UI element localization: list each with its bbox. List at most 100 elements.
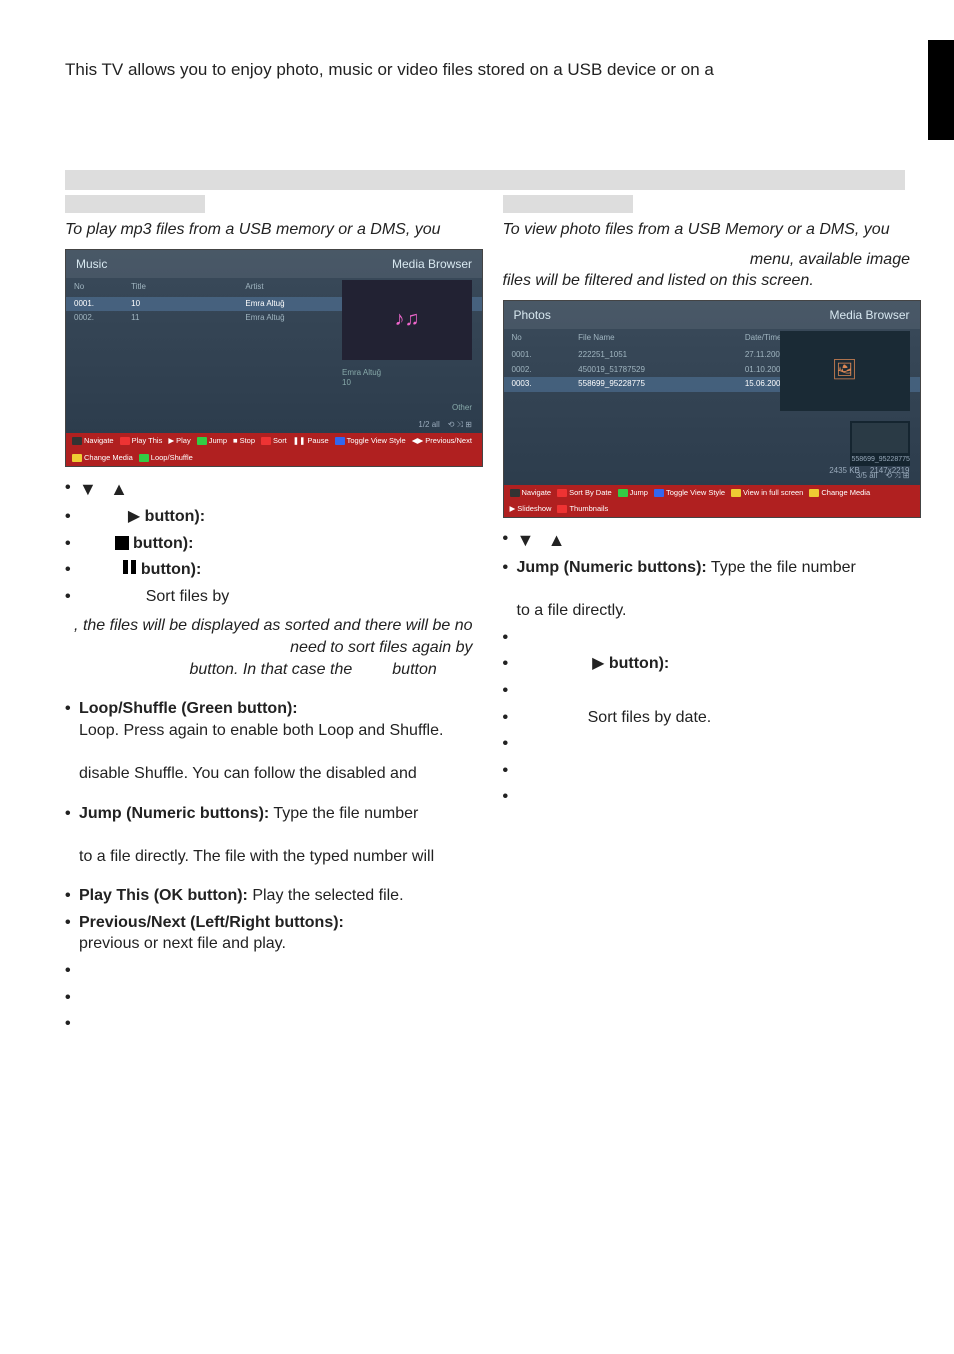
music-info: Emra Altuğ 10 Other xyxy=(342,368,472,414)
bullet-stop: button): xyxy=(65,533,473,555)
right-column: To view photo files from a USB Memory or… xyxy=(488,195,926,1041)
bullet-empty xyxy=(65,987,473,1009)
stop-icon xyxy=(115,536,129,550)
music-browser-screenshot: Music Media Browser No Title Artist Albu… xyxy=(65,249,483,467)
hint: Toggle View Style xyxy=(666,488,725,498)
hint: Play This xyxy=(132,436,163,446)
right-caption: To view photo files from a USB Memory or… xyxy=(503,219,911,241)
button-label: button): xyxy=(141,561,201,578)
hint: Toggle View Style xyxy=(347,436,406,446)
cell: 450019_51787529 xyxy=(578,365,745,376)
play-icon: ▶ xyxy=(128,506,140,528)
cell: 0003. xyxy=(512,379,579,390)
hint: Loop/Shuffle xyxy=(151,453,193,463)
progress-text: 1/2 all xyxy=(418,420,439,431)
sort-note-para: , the files will be displayed as sorted … xyxy=(65,615,473,680)
info-other: Other xyxy=(342,403,472,414)
bullet-loop: Loop/Shuffle (Green button): Loop. Press… xyxy=(65,698,473,784)
cell: 0001. xyxy=(74,299,131,310)
bullet-sort: Sort files by xyxy=(65,586,473,608)
play-this-tail: Play the selected file. xyxy=(248,887,404,904)
jump-tail: Type the file number xyxy=(707,559,856,576)
info-line: 10 xyxy=(342,378,472,389)
shot-brand: Media Browser xyxy=(829,307,909,323)
cell: 222251_1051 xyxy=(578,350,745,361)
hint: Navigate xyxy=(84,436,114,446)
hint: Play xyxy=(176,436,191,446)
col-title: Title xyxy=(131,282,245,293)
bullet-prev-next: Previous/Next (Left/Right buttons): prev… xyxy=(65,912,473,955)
sort-text: Sort files by xyxy=(146,588,230,605)
hint: View in full screen xyxy=(743,488,803,498)
bullet-empty xyxy=(503,627,911,649)
intro-text: This TV allows you to enjoy photo, music… xyxy=(65,60,905,80)
bullet-play: ▶ button): xyxy=(503,653,911,675)
hint: Stop xyxy=(240,436,255,446)
bullet-empty xyxy=(503,680,911,702)
col-name: File Name xyxy=(578,333,745,344)
photos-browser-screenshot: Photos Media Browser No File Name Date/T… xyxy=(503,300,921,518)
bullet-jump: Jump (Numeric buttons): Type the file nu… xyxy=(503,557,911,622)
bullet-empty xyxy=(503,760,911,782)
footer-hints: Navigate Play This ▶Play Jump ■Stop Sort… xyxy=(66,433,482,465)
jump-title: Jump (Numeric buttons): xyxy=(79,805,269,822)
thumb-a: 558699_95228775 xyxy=(850,421,910,466)
prev-next-title: Previous/Next (Left/Right buttons): xyxy=(79,914,344,931)
heading-bar-left xyxy=(65,195,205,213)
arrow-up-icon: ▲ xyxy=(110,477,128,501)
arrow-down-icon: ▼ xyxy=(517,528,535,552)
info-line: Emra Altuğ xyxy=(342,368,472,379)
arrow-down-icon: ▼ xyxy=(79,477,97,501)
thumb-dim: 2147x2219 xyxy=(870,466,910,477)
pause-icon xyxy=(123,559,136,581)
arrow-up-icon: ▲ xyxy=(548,528,566,552)
jump-title: Jump (Numeric buttons): xyxy=(517,559,707,576)
photo-preview: 🖼 xyxy=(780,331,910,411)
bullet-empty xyxy=(65,1013,473,1035)
cell: 558699_95228775 xyxy=(578,379,745,390)
right-para-line1: menu, available image xyxy=(503,249,911,271)
shuffle-icons: ⟲ ⤨ ⊞ xyxy=(448,420,472,431)
bullet-play-this: Play This (OK button): Play the selected… xyxy=(65,885,473,907)
hint: Jump xyxy=(630,488,648,498)
right-para: menu, available image files will be filt… xyxy=(503,249,911,292)
bullet-play: ▶ button): xyxy=(65,506,473,528)
right-para-line2: files will be filtered and listed on thi… xyxy=(503,270,911,292)
left-column: To play mp3 files from a USB memory or a… xyxy=(50,195,488,1041)
jump-body: to a file directly. xyxy=(517,602,627,619)
photo-thumbs: 558699_95228775 xyxy=(850,421,910,466)
col-no: No xyxy=(512,333,579,344)
cell: 0002. xyxy=(74,313,131,324)
hint: Change Media xyxy=(821,488,870,498)
loop-body: Loop. Press again to enable both Loop an… xyxy=(79,722,443,739)
button-label: button): xyxy=(145,508,205,525)
bullet-sort: Sort files by date. xyxy=(503,707,911,729)
loop-title: Loop/Shuffle (Green button): xyxy=(79,700,298,717)
note-line: button. In that case the button xyxy=(65,659,473,681)
hint: Sort By Date xyxy=(569,488,612,498)
sort-text: Sort files by date. xyxy=(588,709,712,726)
button-label: button): xyxy=(133,535,193,552)
hint: Navigate xyxy=(522,488,552,498)
heading-bar-right xyxy=(503,195,633,213)
note-line: , the files will be displayed as sorted … xyxy=(65,615,473,658)
play-icon: ▶ xyxy=(592,653,604,675)
bullet-empty xyxy=(65,960,473,982)
button-label: button): xyxy=(609,656,669,673)
two-column-layout: To play mp3 files from a USB memory or a… xyxy=(50,195,925,1041)
music-preview-icon: ♪♫ xyxy=(342,280,472,360)
bullet-pause: button): xyxy=(65,559,473,581)
left-caption: To play mp3 files from a USB memory or a… xyxy=(65,219,473,241)
shot-brand: Media Browser xyxy=(392,256,472,272)
hint: Pause xyxy=(307,436,328,446)
col-no: No xyxy=(74,282,131,293)
cell: 0001. xyxy=(512,350,579,361)
cell: 0002. xyxy=(512,365,579,376)
bullet-empty xyxy=(503,733,911,755)
jump-body: to a file directly. The file with the ty… xyxy=(79,848,434,865)
hint: Slideshow xyxy=(517,504,551,514)
shot-title: Photos xyxy=(514,307,551,323)
bullet-empty xyxy=(503,786,911,808)
heading-bar-wide xyxy=(65,170,905,190)
bullet-nav-arrows: ▼ ▲ xyxy=(503,528,911,552)
